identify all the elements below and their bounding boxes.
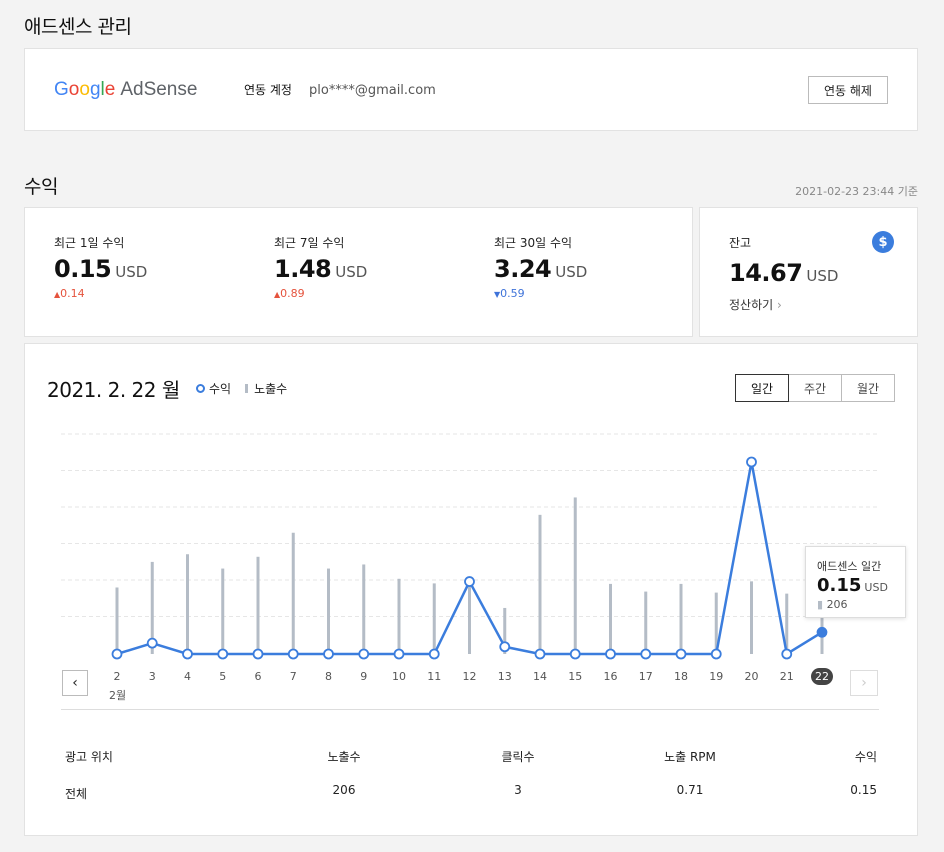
impressions-bar bbox=[256, 556, 260, 654]
impressions-bar bbox=[362, 564, 366, 654]
impressions-bar bbox=[291, 532, 295, 654]
tooltip-impressions: 206 bbox=[826, 598, 848, 611]
prev-page-button[interactable]: ‹ bbox=[62, 670, 88, 696]
x-tick-label: 18 bbox=[674, 670, 688, 683]
x-tick-label: 22 bbox=[815, 670, 829, 683]
revenue-point bbox=[287, 648, 299, 660]
table-cell-impressions: 206 bbox=[332, 783, 356, 797]
revenue-point bbox=[428, 648, 440, 660]
impressions-icon: ▮ bbox=[817, 598, 824, 611]
x-tick-label: 7 bbox=[290, 670, 297, 683]
month-label: 2월 bbox=[109, 689, 127, 702]
revenue-point bbox=[746, 456, 757, 468]
next-page-button[interactable]: › bbox=[850, 670, 878, 696]
impressions-bar bbox=[609, 583, 612, 654]
x-tick-label: 6 bbox=[255, 670, 262, 683]
chevron-left-icon: ‹ bbox=[72, 675, 78, 691]
revenue-point bbox=[569, 648, 581, 660]
revenue-point bbox=[605, 648, 616, 660]
x-tick-label: 14 bbox=[533, 670, 547, 683]
revenue-point bbox=[252, 648, 264, 660]
impressions-bar bbox=[432, 583, 436, 654]
table-header-clicks: 클릭수 bbox=[501, 750, 535, 764]
x-tick-label: 21 bbox=[780, 670, 794, 683]
impressions-bar bbox=[397, 578, 401, 654]
impressions-bar bbox=[679, 583, 683, 654]
table-header-impressions: 노출수 bbox=[327, 750, 361, 764]
x-tick-label: 13 bbox=[498, 670, 512, 683]
impressions-bar bbox=[115, 587, 119, 654]
revenue-point bbox=[640, 648, 652, 660]
impressions-bar bbox=[221, 568, 225, 654]
table-header-position: 광고 위치 bbox=[65, 750, 113, 764]
table-header-rpm: 노출 RPM bbox=[664, 750, 716, 764]
x-tick-label: 3 bbox=[149, 670, 156, 683]
revenue-point bbox=[534, 648, 546, 660]
chart-tooltip: 애드센스 일간 0.15 USD ▮ 206 bbox=[805, 546, 906, 618]
table-header-revenue: 수익 bbox=[854, 750, 877, 764]
x-tick-label: 2 bbox=[114, 670, 121, 683]
x-tick-label: 17 bbox=[639, 670, 653, 683]
revenue-chart: 2 3 4 5 6 7 8 9 10 11 12 13 14 15 16 17 18 19 20 21 22 bbox=[61, 433, 879, 685]
revenue-point bbox=[781, 648, 793, 660]
x-tick-label: 16 bbox=[604, 670, 618, 683]
impressions-bar bbox=[327, 568, 330, 654]
tab-daily[interactable]: 일간 bbox=[735, 374, 789, 402]
tooltip-value: 0.15 bbox=[817, 575, 862, 596]
impressions-bar bbox=[573, 497, 577, 654]
revenue-point bbox=[182, 648, 193, 660]
revenue-point-selected bbox=[816, 626, 828, 638]
revenue-point bbox=[146, 637, 158, 649]
x-tick-label: 10 bbox=[392, 670, 406, 683]
tooltip-unit: USD bbox=[864, 581, 888, 594]
revenue-point bbox=[323, 648, 334, 660]
table-cell-position: 전체 bbox=[65, 787, 88, 801]
impressions-bar bbox=[468, 582, 471, 654]
revenue-point bbox=[358, 648, 370, 660]
table-cell-revenue: 0.15 bbox=[850, 783, 877, 797]
impressions-bar bbox=[750, 581, 753, 654]
impressions-bar bbox=[644, 591, 648, 654]
x-tick-label: 19 bbox=[709, 670, 723, 683]
revenue-point bbox=[464, 576, 475, 587]
revenue-point bbox=[217, 648, 229, 660]
x-tick-label: 4 bbox=[184, 670, 191, 683]
table-cell-clicks: 3 bbox=[514, 783, 522, 797]
table-cell-rpm: 0.71 bbox=[676, 783, 704, 797]
revenue-point bbox=[499, 641, 511, 653]
revenue-point bbox=[393, 648, 405, 660]
chevron-right-icon: › bbox=[861, 675, 867, 691]
impressions-bar bbox=[538, 514, 542, 654]
tooltip-title: 애드센스 일간 bbox=[817, 560, 882, 573]
x-tick-label: 11 bbox=[427, 670, 441, 683]
revenue-point bbox=[111, 648, 123, 660]
x-tick-label: 5 bbox=[219, 670, 226, 683]
revenue-point bbox=[675, 648, 687, 660]
x-tick-label: 12 bbox=[463, 670, 477, 683]
impressions-bar bbox=[186, 554, 189, 654]
divider bbox=[61, 709, 879, 710]
revenue-point bbox=[710, 648, 722, 660]
x-tick-label: 20 bbox=[745, 670, 759, 683]
x-tick-label: 15 bbox=[568, 670, 582, 683]
x-tick-label: 8 bbox=[325, 670, 332, 683]
x-tick-label: 9 bbox=[360, 670, 367, 683]
